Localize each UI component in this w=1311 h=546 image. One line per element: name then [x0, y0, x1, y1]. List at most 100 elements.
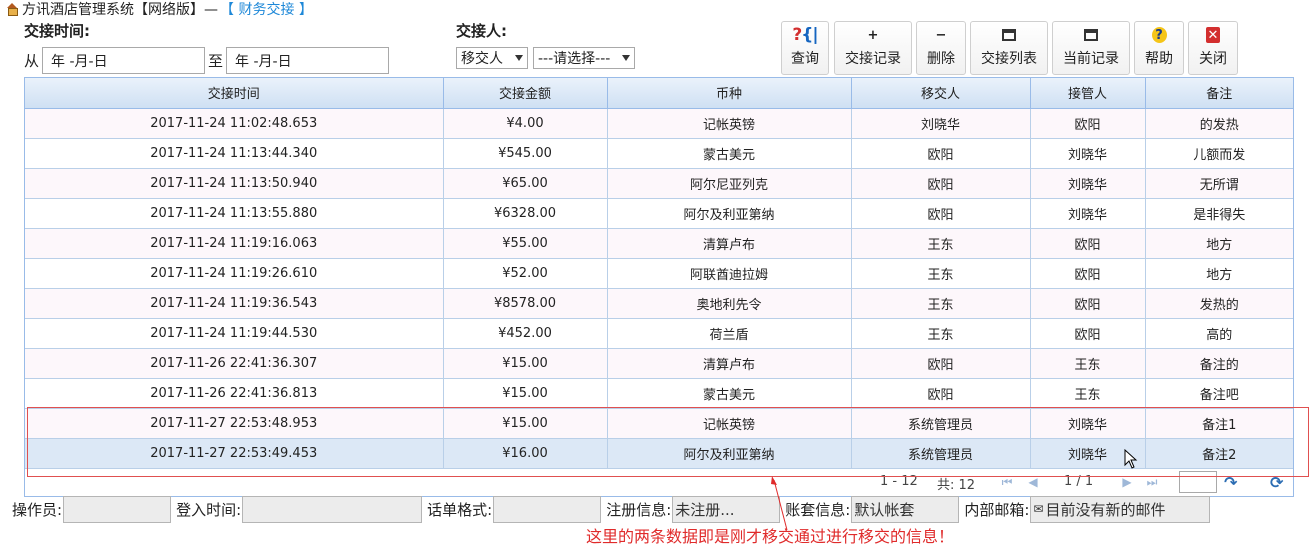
- table-row[interactable]: 2017-11-24 11:13:50.940 ¥65.00 阿尔尼亚列克 欧阳 刘晓华…: [25, 168, 1293, 199]
- page-number-input[interactable]: [1179, 470, 1217, 493]
- to-date-input[interactable]: 年 -月-日: [226, 47, 390, 74]
- person-role-select[interactable]: 移交人: [456, 47, 528, 69]
- mail-label: 内部邮箱:: [964, 500, 1030, 519]
- operator-label: 操作员:: [12, 500, 63, 519]
- from-date-input[interactable]: 年 -月-日: [42, 47, 206, 74]
- query-button[interactable]: ? {| 查询: [781, 21, 829, 75]
- table-cell: 王东: [851, 318, 1031, 349]
- table-cell: ¥65.00: [443, 168, 608, 199]
- table-cell: 刘晓华: [1030, 408, 1146, 439]
- mail-field[interactable]: ✉ 目前没有新的邮件: [1030, 495, 1211, 523]
- handover-time-label: 交接时间:: [24, 22, 90, 40]
- table-cell: ¥52.00: [443, 258, 608, 289]
- table-cell: 备注1: [1145, 408, 1293, 439]
- table-cell: ¥8578.00: [443, 288, 608, 319]
- table-cell: 刘晓华: [851, 108, 1031, 139]
- refresh-icon[interactable]: ⟳: [1270, 473, 1288, 492]
- table-header-row: 交接时间 交接金额 币种 移交人 接管人 备注: [25, 78, 1293, 109]
- module-title: 【 财务交接 】: [220, 2, 313, 18]
- annotation-text: 这里的两条数据即是刚才移交通过进行移交的信息！: [586, 527, 955, 546]
- table-cell: 2017-11-24 11:02:48.653: [25, 108, 444, 139]
- table-row[interactable]: 2017-11-27 22:53:49.453 ¥16.00 阿尔及利亚第纳 系统管理…: [25, 438, 1293, 469]
- table-cell: 记帐英镑: [607, 108, 852, 139]
- to-label: 至: [208, 52, 224, 70]
- column-header[interactable]: 币种: [607, 78, 852, 109]
- table-cell: 地方: [1145, 228, 1293, 259]
- column-header[interactable]: 交接时间: [25, 78, 444, 109]
- table-row[interactable]: 2017-11-27 22:53:48.953 ¥15.00 记帐英镑 系统管理员 刘晓…: [25, 408, 1293, 439]
- pager-page: 1 / 1: [1064, 473, 1094, 489]
- table-cell: 发热的: [1145, 288, 1293, 319]
- last-page-icon[interactable]: ⏭: [1145, 475, 1159, 489]
- handover-records-button[interactable]: + 交接记录: [834, 21, 912, 75]
- status-bar: 操作员: 登入时间: 话单格式: 注册信息: 未注册... 账套信息: 默认帐套…: [0, 495, 1311, 523]
- printer-icon: [1084, 29, 1098, 41]
- pager: 1 - 12 共: 12 ⏮ ◀ 1 / 1 ▶ ⏭ ↷ ⟳: [25, 468, 1293, 496]
- table-row[interactable]: 2017-11-24 11:19:36.543 ¥8578.00 奥地利先令 王东 欧阳…: [25, 288, 1293, 319]
- table-row[interactable]: 2017-11-24 11:19:44.530 ¥452.00 荷兰盾 王东 欧阳 高的: [25, 318, 1293, 349]
- table-cell: 2017-11-24 11:13:44.340: [25, 138, 444, 169]
- handover-list-button[interactable]: 交接列表: [970, 21, 1048, 75]
- table-cell: 欧阳: [851, 198, 1031, 229]
- table-cell: ¥452.00: [443, 318, 608, 349]
- table-cell: ¥545.00: [443, 138, 608, 169]
- person-select[interactable]: ---请选择---: [533, 47, 635, 69]
- table-cell: 备注吧: [1145, 378, 1293, 409]
- window-title: 方讯酒店管理系统【网络版】— 【 财务交接 】: [6, 0, 313, 18]
- table-cell: 荷兰盾: [607, 318, 852, 349]
- query-icon: ? {|: [792, 25, 818, 45]
- handover-table: 交接时间 交接金额 币种 移交人 接管人 备注 2017-11-24 11:02…: [25, 78, 1293, 469]
- login-time-field: [242, 495, 423, 523]
- operator-field: [63, 495, 172, 523]
- table-cell: 欧阳: [1030, 318, 1146, 349]
- table-row[interactable]: 2017-11-24 11:02:48.653 ¥4.00 记帐英镑 刘晓华 欧阳 的发热: [25, 108, 1293, 139]
- column-header[interactable]: 接管人: [1030, 78, 1146, 109]
- table-cell: 备注的: [1145, 348, 1293, 379]
- table-cell: 是非得失: [1145, 198, 1293, 229]
- table-cell: 2017-11-24 11:13:50.940: [25, 168, 444, 199]
- table-cell: ¥6328.00: [443, 198, 608, 229]
- table-cell: 刘晓华: [1030, 138, 1146, 169]
- table-row[interactable]: 2017-11-26 22:41:36.813 ¥15.00 蒙古美元 欧阳 王东 备注吧: [25, 378, 1293, 409]
- table-row[interactable]: 2017-11-24 11:19:16.063 ¥55.00 清算卢布 王东 欧阳 地方: [25, 228, 1293, 259]
- table-cell: 备注2: [1145, 438, 1293, 469]
- plus-icon: +: [867, 27, 879, 43]
- date-range: 从 年 -月-日 至 年 -月-日: [24, 47, 392, 74]
- table-cell: ¥15.00: [443, 408, 608, 439]
- table-cell: 地方: [1145, 258, 1293, 289]
- table-cell: 刘晓华: [1030, 168, 1146, 199]
- login-time-label: 登入时间:: [176, 500, 242, 519]
- table-cell: 王东: [1030, 348, 1146, 379]
- table-cell: 欧阳: [1030, 108, 1146, 139]
- chevron-down-icon: [622, 55, 630, 61]
- table-cell: 欧阳: [851, 348, 1031, 379]
- home-icon: [6, 2, 19, 16]
- minus-icon: −: [935, 27, 947, 43]
- prev-page-icon[interactable]: ◀: [1026, 475, 1040, 489]
- table-cell: 王东: [851, 258, 1031, 289]
- bill-format-label: 话单格式:: [427, 500, 493, 519]
- table-cell: ¥4.00: [443, 108, 608, 139]
- help-button[interactable]: ? 帮助: [1134, 21, 1184, 75]
- table-cell: 清算卢布: [607, 228, 852, 259]
- column-header[interactable]: 移交人: [851, 78, 1031, 109]
- column-header[interactable]: 交接金额: [443, 78, 608, 109]
- table-cell: 2017-11-24 11:19:26.610: [25, 258, 444, 289]
- printer-icon: [1002, 29, 1016, 41]
- table-row[interactable]: 2017-11-24 11:13:55.880 ¥6328.00 阿尔及利亚第纳 欧阳…: [25, 198, 1293, 229]
- delete-button[interactable]: − 删除: [916, 21, 966, 75]
- close-button[interactable]: ✕ 关闭: [1188, 21, 1238, 75]
- table-cell: 欧阳: [851, 138, 1031, 169]
- current-record-button[interactable]: 当前记录: [1052, 21, 1130, 75]
- column-header[interactable]: 备注: [1145, 78, 1293, 109]
- table-cell: 2017-11-24 11:19:36.543: [25, 288, 444, 319]
- first-page-icon[interactable]: ⏮: [1000, 475, 1014, 489]
- go-page-icon[interactable]: ↷: [1224, 473, 1242, 492]
- table-cell: 2017-11-27 22:53:49.453: [25, 438, 444, 469]
- next-page-icon[interactable]: ▶: [1120, 475, 1134, 489]
- table-row[interactable]: 2017-11-24 11:19:26.610 ¥52.00 阿联酋迪拉姆 王东 欧阳地…: [25, 258, 1293, 289]
- table-row[interactable]: 2017-11-26 22:41:36.307 ¥15.00 清算卢布 欧阳 王东 备注的: [25, 348, 1293, 379]
- table-row[interactable]: 2017-11-24 11:13:44.340 ¥545.00 蒙古美元 欧阳 刘晓华儿…: [25, 138, 1293, 169]
- table-cell: ¥15.00: [443, 348, 608, 379]
- table-cell: 2017-11-26 22:41:36.813: [25, 378, 444, 409]
